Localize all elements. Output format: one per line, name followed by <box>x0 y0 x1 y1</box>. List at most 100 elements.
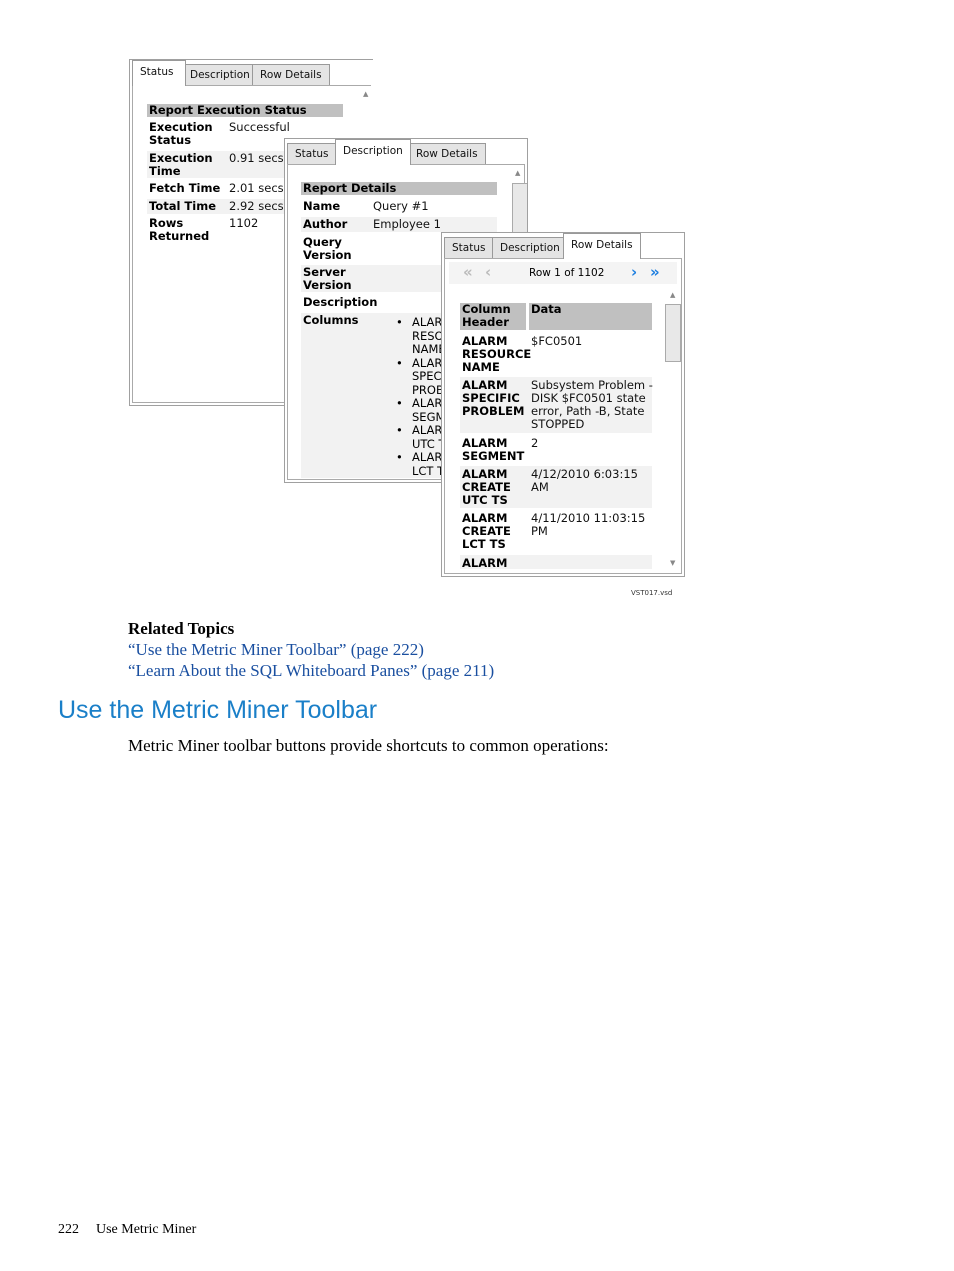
tab-row-details[interactable]: Row Details <box>563 233 641 259</box>
label-line: ALARM <box>462 556 508 570</box>
label-line: LCT TS <box>462 537 506 551</box>
row-value: Employee 1 <box>373 217 441 231</box>
tab-description[interactable]: Description <box>492 237 568 258</box>
column-line: ALARI <box>412 450 442 464</box>
next-row-icon[interactable]: › <box>631 263 637 281</box>
row-label: ALARM RESOURCE NAME <box>462 335 531 374</box>
tab-row-details[interactable]: Row Details <box>252 64 330 85</box>
label-line: Total Time <box>149 199 216 213</box>
row-label: ALARM SEGMENT <box>462 437 524 463</box>
row-label: Author <box>303 218 347 231</box>
scroll-down-icon[interactable]: ▼ <box>670 559 675 567</box>
row-label: Description <box>303 296 377 309</box>
value-line: 4/11/2010 11:03:15 <box>531 511 646 525</box>
column-header: Column Header <box>460 303 526 330</box>
column-line: RESO <box>412 328 442 343</box>
row-position: Row 1 of 1102 <box>529 267 605 279</box>
tab-description[interactable]: Description <box>335 139 411 165</box>
bullet-icon: • <box>396 450 403 464</box>
column-line: PROB <box>412 382 442 397</box>
row-label: Rows Returned <box>149 217 209 243</box>
first-row-icon[interactable]: « <box>463 263 473 281</box>
column-line: ALARI <box>412 423 442 437</box>
footer-page-number: 222 <box>58 1222 79 1237</box>
related-link-toolbar[interactable]: “Use the Metric Miner Toolbar” (page 222… <box>128 640 424 660</box>
document-page: Status Description Row Details ▲ Report … <box>0 0 954 1271</box>
row-value: 4/12/2010 6:03:15 AM <box>531 468 638 494</box>
columns-list: •ALARIRESONAME•ALARISPECIPROB•ALARISEGM•… <box>396 316 442 478</box>
column-item: • ALARISEGM <box>396 396 442 424</box>
bullet-icon: • <box>396 316 403 329</box>
row-value: 2 <box>531 437 538 450</box>
tab-description[interactable]: Description <box>182 64 258 85</box>
section-header: Report Details <box>301 182 497 195</box>
column-item: • ALARILCT T <box>396 450 442 478</box>
row-label: Execution Status <box>149 121 213 147</box>
value-line: $FC0501 <box>531 334 583 348</box>
row-label: ALARM SPECIFIC PROBLEM <box>462 379 524 418</box>
column-item: • ALARISPECIPROB <box>396 355 442 398</box>
label-line: Time <box>149 164 181 178</box>
row-value: Successful <box>229 120 290 134</box>
column-line: ALARI <box>412 316 442 329</box>
row-label: Fetch Time <box>149 182 220 195</box>
row-navigator: « ‹ Row 1 of 1102 › » <box>449 262 677 284</box>
scroll-up-icon[interactable]: ▲ <box>670 291 675 299</box>
label-line: Name <box>303 199 341 213</box>
row-details-content: « ‹ Row 1 of 1102 › » ▲ ▼ Column Header D… <box>444 258 682 574</box>
row-label: Server Version <box>303 266 352 292</box>
label-line: Version <box>303 278 352 292</box>
column-line: NAME <box>412 342 442 356</box>
row-label: ALARM CREATE LCT TS <box>462 512 511 551</box>
label-line: Returned <box>149 229 210 243</box>
label-line: Description <box>303 295 378 309</box>
bullet-icon: • <box>396 396 403 410</box>
row-label: Columns <box>303 314 358 327</box>
previous-row-icon[interactable]: ‹ <box>485 263 491 281</box>
column-line: ALARI <box>412 355 442 370</box>
tab-status[interactable]: Status <box>444 237 494 258</box>
tab-row-details[interactable]: Row Details <box>408 143 486 164</box>
related-link-sql-whiteboard[interactable]: “Learn About the SQL Whiteboard Panes” (… <box>128 661 494 681</box>
row-value: Query #1 <box>373 199 429 213</box>
label-line: PROBLEM <box>462 404 525 418</box>
column-item: • ALARIRESONAME <box>396 316 442 357</box>
tab-status[interactable]: Status <box>132 60 186 86</box>
last-row-icon[interactable]: » <box>650 263 660 281</box>
row-label: ALARM <box>462 557 507 570</box>
scrollbar-thumb[interactable] <box>512 183 527 233</box>
column-line: LCT T <box>412 463 442 478</box>
row-value: Subsystem Problem - DISK $FC0501 state err… <box>531 379 653 431</box>
column-line: UTC T <box>412 436 442 451</box>
column-item: • ALARIUTC T <box>396 423 442 451</box>
row-value: 4/11/2010 11:03:15 PM <box>531 512 645 538</box>
tab-status[interactable]: Status <box>287 143 337 164</box>
row-value: 2.92 secs <box>229 199 284 213</box>
figure-id: VST017.vsd <box>631 589 673 597</box>
footer-title: Use Metric Miner <box>96 1222 197 1237</box>
column-line: SEGM <box>412 409 442 424</box>
row-label: Execution Time <box>149 152 213 178</box>
column-line: SPECI <box>412 369 442 383</box>
row-value: 1102 <box>229 216 259 230</box>
section-text: Metric Miner toolbar buttons provide sho… <box>128 736 609 755</box>
scroll-up-icon[interactable]: ▲ <box>515 169 520 177</box>
label-line: Status <box>149 133 192 147</box>
data-header: Data <box>529 303 652 330</box>
column-line: ALARI <box>412 396 442 410</box>
row-label: Query Version <box>303 236 352 262</box>
row-value: $FC0501 <box>531 335 582 348</box>
row-label: Total Time <box>149 200 216 213</box>
row-value: 2.01 secs <box>229 181 284 195</box>
value-line: STOPPED <box>531 417 585 431</box>
row-details-panel: Status Description Row Details « ‹ Row 1… <box>441 232 685 577</box>
label-line: NAME <box>462 360 500 374</box>
bullet-icon: • <box>396 355 403 370</box>
row-value: 0.91 secs <box>229 151 284 165</box>
label-line: UTC TS <box>462 493 508 507</box>
section-header: Report Execution Status <box>147 104 343 117</box>
value-line: 2 <box>531 436 539 450</box>
scroll-up-icon[interactable]: ▲ <box>363 90 368 98</box>
scrollbar-thumb[interactable] <box>665 304 681 362</box>
label-line: Columns <box>303 313 359 327</box>
